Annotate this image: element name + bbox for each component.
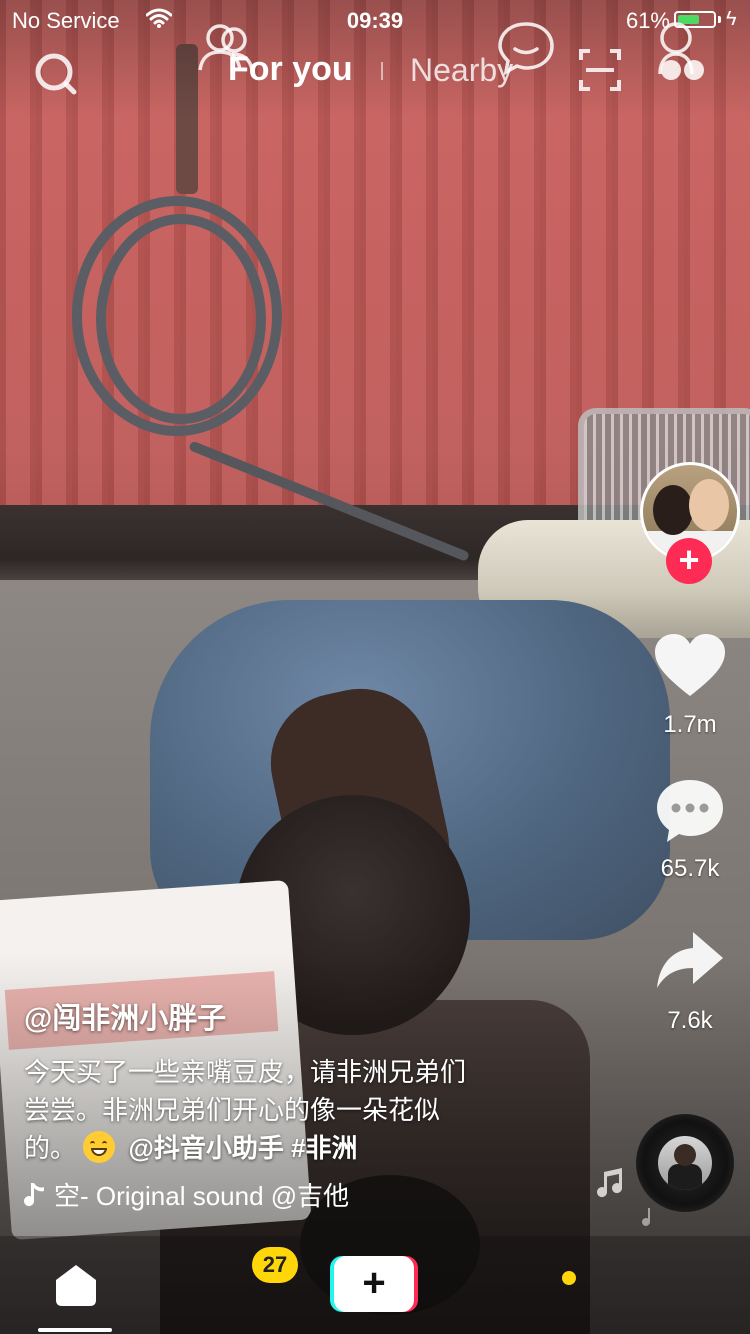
mention-link[interactable]: @抖音小助手 [128,1133,283,1163]
scan-icon[interactable] [578,48,622,92]
music-disc-cover-head [674,1144,696,1166]
video-caption: @闯非洲小胖子 今天买了一些亲嘴豆皮，请非洲兄弟们 尝尝。非洲兄弟们开心的像一朵… [24,995,564,1167]
music-disc-cover [658,1136,712,1190]
status-bar: No Service 09:39 61% ϟ [0,0,750,40]
like-button[interactable]: 1.7m [640,632,740,739]
music-disc-cover-body [668,1164,702,1190]
avatar-photo-face-left [653,485,693,535]
video-frame-hose-coil-inner [96,214,266,424]
create-button[interactable]: + [330,1256,418,1312]
hashtag-link[interactable]: #非洲 [291,1133,357,1163]
battery-tip [718,16,721,23]
comment-icon[interactable] [653,776,727,844]
sound-title: 空- Original sound @吉他 [54,1181,350,1211]
description-line-3-text: 的。 [24,1133,77,1163]
share-count: 7.6k [667,1007,713,1034]
heart-icon[interactable] [653,632,727,700]
creator-username[interactable]: @闯非洲小胖子 [24,995,564,1037]
share-button[interactable]: 7.6k [640,928,740,1035]
comment-count: 65.7k [660,855,720,882]
follow-button[interactable]: + [666,538,712,584]
description-line-2: 尝尝。非洲兄弟们开心的像一朵花似 [24,1095,441,1125]
create-button-label: + [334,1256,414,1312]
video-description: 今天买了一些亲嘴豆皮，请非洲兄弟们 尝尝。非洲兄弟们开心的像一朵花似 的。 @抖… [24,1053,564,1167]
like-count: 1.7m [663,711,717,738]
home-icon[interactable] [52,1262,100,1308]
description-line-1: 今天买了一些亲嘴豆皮，请非洲兄弟们 [24,1057,467,1087]
home-active-indicator [38,1328,112,1332]
music-disc[interactable] [636,1114,734,1212]
comment-button[interactable]: 65.7k [640,776,740,883]
avatar-photo-face-right [689,479,729,531]
inbox-notification-dot [562,1271,576,1285]
friends-icon[interactable] [196,18,256,78]
profile-icon[interactable] [646,18,706,78]
charging-icon: ϟ [726,8,737,30]
floating-note-small-icon [642,1208,650,1226]
grin-emoji-icon [83,1131,116,1163]
search-icon[interactable] [30,48,82,100]
friends-badge: 27 [252,1247,298,1283]
music-note-icon [24,1183,44,1207]
sound-ticker[interactable]: 空- Original sound @吉他 [24,1176,414,1212]
top-nav: For you Nearby [0,40,750,102]
description-line-3: 的。 @抖音小助手 #非洲 [24,1129,564,1167]
tab-divider [381,62,383,80]
share-arrow-icon[interactable] [653,928,727,996]
floating-note-icon [597,1168,623,1198]
inbox-icon[interactable] [496,18,556,78]
